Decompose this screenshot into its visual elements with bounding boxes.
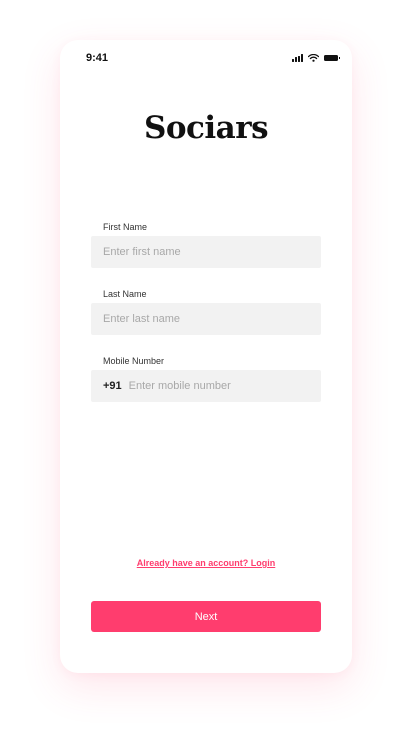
- battery-icon: [324, 55, 340, 61]
- signal-icon: [292, 54, 303, 62]
- mobile-number-label: Mobile Number: [103, 356, 165, 366]
- mobile-number-placeholder: Enter mobile number: [128, 380, 231, 392]
- login-link[interactable]: Already have an account? Login: [60, 558, 352, 568]
- next-button[interactable]: Next: [91, 601, 321, 632]
- app-logo: Sociars: [143, 110, 269, 146]
- status-time: 9:41: [86, 52, 109, 64]
- status-icons: [292, 54, 340, 62]
- country-code[interactable]: +91: [103, 380, 122, 392]
- last-name-label: Last Name: [103, 289, 147, 299]
- wifi-icon: [308, 54, 319, 62]
- last-name-placeholder: Enter last name: [103, 313, 181, 325]
- last-name-input[interactable]: Enter last name: [91, 303, 321, 335]
- phone-frame: 9:41 Sociars First Name Enter first name…: [60, 40, 352, 673]
- first-name-label: First Name: [103, 222, 148, 232]
- mobile-number-input[interactable]: +91 Enter mobile number: [91, 370, 321, 402]
- first-name-input[interactable]: Enter first name: [91, 236, 321, 268]
- first-name-placeholder: Enter first name: [103, 246, 181, 258]
- status-bar: 9:41: [60, 40, 352, 76]
